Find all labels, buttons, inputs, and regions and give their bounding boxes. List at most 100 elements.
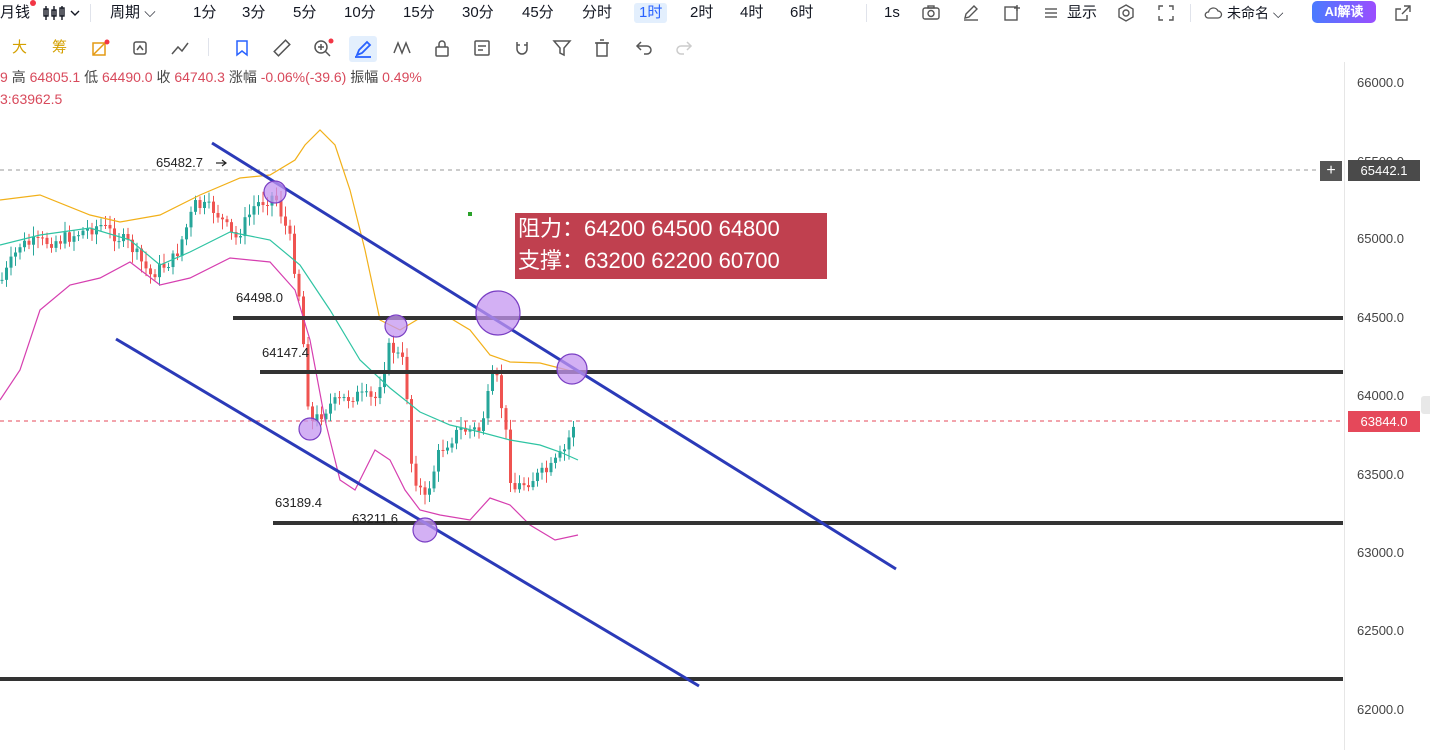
alert-dot [30, 0, 36, 6]
tf-2h[interactable]: 2时 [690, 3, 713, 23]
list-icon[interactable] [1042, 4, 1060, 24]
peak-label: 65482.7 [156, 155, 203, 170]
candle-body [360, 391, 364, 393]
btn-da[interactable]: 大 [12, 38, 27, 58]
add-alert-button[interactable]: + [1320, 161, 1342, 181]
candle-body [176, 253, 179, 257]
tf-6h[interactable]: 6时 [790, 3, 813, 23]
candle-body [405, 356, 409, 400]
candle-body [347, 397, 350, 401]
filter-icon[interactable] [552, 38, 572, 64]
tf-10m[interactable]: 10分 [344, 3, 376, 23]
tf-4h[interactable]: 4时 [740, 3, 763, 23]
ai-interpret-button[interactable]: AI解读 [1312, 1, 1376, 23]
replay-icon[interactable] [130, 38, 150, 64]
redo-icon[interactable] [674, 38, 694, 64]
brush-icon[interactable] [349, 36, 377, 62]
level-label: 64498.0 [236, 290, 283, 305]
drawing-toolbar: 大 筹 [0, 34, 720, 62]
candle-body [54, 241, 58, 248]
candle-body [365, 391, 368, 393]
candle-body [567, 437, 571, 450]
zoom-in-icon[interactable] [312, 38, 334, 64]
highlight-circle [556, 353, 588, 385]
candle-body [77, 235, 80, 237]
candle-body [135, 248, 139, 253]
chart-type-icon[interactable] [42, 4, 82, 24]
pattern-icon[interactable] [392, 38, 412, 64]
trash-icon[interactable] [592, 38, 612, 64]
candle-body [81, 230, 85, 236]
candle-body [153, 274, 157, 278]
undo-icon[interactable] [634, 38, 654, 64]
candle-body [369, 391, 373, 397]
tf-timeshare[interactable]: 分时 [582, 3, 612, 23]
candle-body [63, 232, 67, 244]
candle-body [36, 237, 40, 239]
magic-tool-icon[interactable] [90, 38, 110, 64]
tf-1m[interactable]: 1分 [193, 3, 216, 23]
candle-body [189, 211, 193, 228]
candle-body [248, 214, 251, 218]
candle-body [230, 222, 233, 233]
candle-body [410, 399, 413, 464]
trend-tool-icon[interactable] [170, 38, 190, 64]
support-resistance-note[interactable]: 阻力：64200 64500 64800 支撑：63200 62200 6070… [515, 213, 827, 279]
settings-gear-icon[interactable] [1117, 4, 1135, 24]
candle-body [297, 273, 301, 297]
layout-name[interactable]: 未命名 ⌵ [1227, 3, 1284, 23]
candle-body [185, 227, 188, 240]
tf-3m[interactable]: 3分 [242, 3, 265, 23]
candle-body [374, 396, 377, 399]
candle-body [450, 443, 454, 448]
display-button[interactable]: 显示 [1067, 3, 1097, 23]
candle-body [288, 225, 292, 234]
lock-icon[interactable] [432, 38, 452, 64]
layout-name-label: 未命名 [1227, 5, 1269, 21]
tf-5m[interactable]: 5分 [293, 3, 316, 23]
interval-1s[interactable]: 1s [884, 3, 900, 23]
bookmark-icon[interactable] [232, 38, 252, 64]
edit-note-icon[interactable] [472, 38, 492, 64]
symbol-name[interactable]: 月钱 [0, 3, 30, 23]
btn-chou[interactable]: 筹 [52, 38, 67, 58]
tf-15m[interactable]: 15分 [403, 3, 435, 23]
pencil-icon[interactable] [961, 4, 981, 24]
camera-icon[interactable] [921, 4, 941, 24]
share-icon[interactable] [1393, 4, 1413, 24]
candle-body [9, 256, 13, 268]
candle-body [266, 205, 269, 207]
tf-30m[interactable]: 30分 [462, 3, 494, 23]
level-label: 64147.4 [262, 345, 309, 360]
candle-body [32, 237, 35, 245]
candle-body [482, 418, 485, 431]
tf-45m[interactable]: 45分 [522, 3, 554, 23]
candle-body [144, 261, 148, 269]
fullscreen-icon[interactable] [1157, 4, 1175, 24]
magnet-icon[interactable] [512, 38, 532, 64]
candle-body [401, 352, 404, 357]
candle-body [509, 429, 512, 483]
tf-1h[interactable]: 1时 [634, 3, 668, 23]
candle-body [531, 481, 535, 488]
candle-body [117, 241, 121, 243]
add-window-icon[interactable] [1002, 4, 1022, 24]
candle-body [342, 397, 346, 399]
resistance-text: 阻力：64200 64500 64800 [518, 216, 780, 241]
candle-body [221, 217, 224, 220]
period-dropdown[interactable]: 周期 ⌵ [110, 3, 156, 23]
candle-body [554, 457, 557, 463]
candle-body [216, 212, 220, 218]
ruler-icon[interactable] [272, 38, 292, 64]
candle-body [68, 232, 71, 242]
collapse-handle[interactable] [1421, 396, 1430, 414]
candle-body [518, 483, 521, 490]
candle-body [572, 426, 575, 438]
candle-body [513, 482, 517, 490]
separator [90, 4, 91, 22]
candle-body [203, 201, 206, 208]
candle-body [455, 429, 458, 444]
candle-body [387, 342, 391, 372]
candle-body [486, 391, 490, 419]
axis-label: 64500.0 [1357, 310, 1404, 325]
